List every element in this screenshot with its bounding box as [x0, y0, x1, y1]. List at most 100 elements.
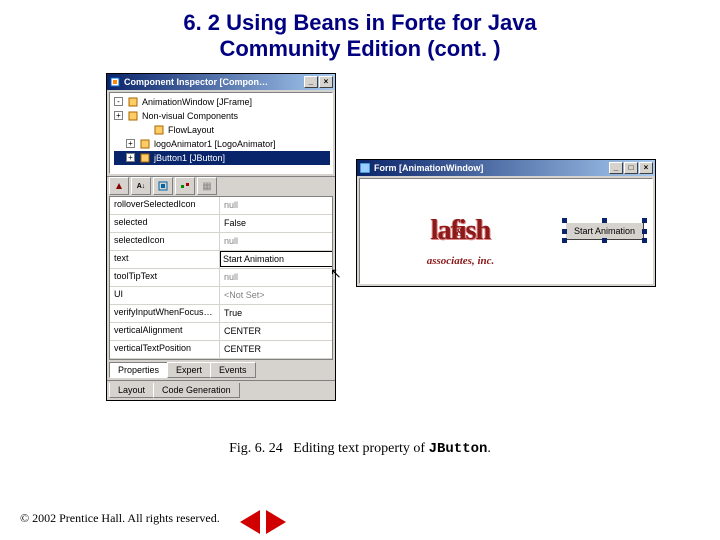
form-window-icon [359, 162, 371, 174]
property-value[interactable]: null [220, 233, 332, 250]
property-value[interactable]: null [220, 269, 332, 286]
customizer-icon[interactable] [175, 177, 195, 195]
logo-ampersand: & [455, 225, 465, 240]
tree-row[interactable]: + jButton1 [JButton] [114, 151, 330, 165]
property-name: UI [110, 287, 220, 304]
expand-icon[interactable]: + [114, 111, 123, 120]
tree-row[interactable]: - AnimationWindow [JFrame] [114, 95, 330, 109]
property-row[interactable]: UI<Not Set> [110, 287, 332, 305]
show-editor-icon[interactable] [153, 177, 173, 195]
inspector-title-text: Component Inspector [Compon… [124, 77, 268, 87]
expand-icon[interactable]: + [126, 153, 135, 162]
component-inspector-window: Component Inspector [Compon… _ × - Animat… [106, 73, 336, 401]
help-icon[interactable]: ▦ [197, 177, 217, 195]
form-designer-window: Form [AnimationWindow] _ □ × lafish & as… [356, 159, 656, 287]
tree-label: Non-visual Components [142, 111, 238, 121]
caption-text: Editing text property of [293, 441, 428, 456]
component-tree[interactable]: - AnimationWindow [JFrame] + Non-visual Com… [109, 92, 333, 174]
property-row[interactable]: verticalAlignmentCENTER [110, 323, 332, 341]
expand-icon[interactable]: - [114, 97, 123, 106]
tree-label: AnimationWindow [JFrame] [142, 97, 252, 107]
property-name: text [110, 251, 220, 268]
prev-slide-icon[interactable] [240, 510, 260, 534]
form-close-button[interactable]: × [639, 162, 653, 174]
jbutton-selection[interactable]: Start Animation [565, 221, 644, 240]
minimize-button[interactable]: _ [304, 76, 318, 88]
property-name: toolTipText [110, 269, 220, 286]
title-line-2: Community Edition (cont. ) [40, 36, 680, 62]
property-value[interactable]: … [220, 251, 332, 268]
form-minimize-button[interactable]: _ [609, 162, 623, 174]
property-row[interactable]: text… [110, 251, 332, 269]
property-name: rolloverSelectedIcon [110, 197, 220, 214]
tab-layout[interactable]: Layout [109, 383, 154, 398]
property-name: verifyInputWhenFocus… [110, 305, 220, 322]
slide-title: 6. 2 Using Beans in Forte for Java Commu… [0, 0, 720, 67]
tab-properties[interactable]: Properties [109, 362, 168, 378]
property-value[interactable]: CENTER [220, 341, 332, 358]
inspector-toolbar: A↓ ▦ [107, 176, 335, 196]
tree-label: jButton1 [JButton] [154, 153, 225, 163]
resize-handle[interactable] [562, 218, 567, 223]
logo-subtitle: associates, inc. [427, 255, 495, 267]
property-text-input[interactable] [220, 251, 332, 267]
expand-icon[interactable]: + [126, 139, 135, 148]
property-name: selectedIcon [110, 233, 220, 250]
tab-events[interactable]: Events [210, 362, 256, 378]
form-titlebar[interactable]: Form [AnimationWindow] _ □ × [357, 160, 655, 176]
resize-handle[interactable] [602, 218, 607, 223]
property-name: selected [110, 215, 220, 232]
caption-code: JButton [429, 441, 488, 457]
resize-handle[interactable] [562, 238, 567, 243]
property-value[interactable]: null [220, 197, 332, 214]
window-icon [109, 76, 121, 88]
title-line-1: 6. 2 Using Beans in Forte for Java [40, 10, 680, 36]
caption-number: Fig. 6. 24 [229, 441, 283, 456]
resize-handle[interactable] [642, 218, 647, 223]
inspector-titlebar[interactable]: Component Inspector [Compon… _ × [107, 74, 335, 90]
nav-arrows [240, 510, 286, 534]
screenshot-area: Component Inspector [Compon… _ × - Animat… [106, 73, 656, 423]
property-value[interactable]: False [220, 215, 332, 232]
tree-label: FlowLayout [168, 125, 214, 135]
tree-row[interactable]: FlowLayout [114, 123, 330, 137]
component-icon [153, 124, 165, 136]
tabs-upper: PropertiesExpertEvents [107, 360, 335, 380]
form-title-text: Form [AnimationWindow] [374, 163, 483, 173]
form-canvas[interactable]: lafish & associates, inc. Start Animatio… [359, 178, 653, 284]
resize-handle[interactable] [562, 229, 567, 234]
property-name: verticalAlignment [110, 323, 220, 340]
property-row[interactable]: verifyInputWhenFocus…True [110, 305, 332, 323]
property-table: rolloverSelectedIconnullselectedFalsesel… [109, 196, 333, 360]
resize-handle[interactable] [602, 238, 607, 243]
property-value[interactable]: <Not Set> [220, 287, 332, 304]
sort-asc-icon[interactable] [109, 177, 129, 195]
logo-animator-component[interactable]: lafish & associates, inc. [360, 179, 561, 283]
component-icon [127, 110, 139, 122]
component-icon [139, 152, 151, 164]
resize-handle[interactable] [642, 229, 647, 234]
resize-handle[interactable] [642, 238, 647, 243]
property-value[interactable]: True [220, 305, 332, 322]
next-slide-icon[interactable] [266, 510, 286, 534]
form-maximize-button[interactable]: □ [624, 162, 638, 174]
copyright-text: © 2002 Prentice Hall. All rights reserve… [20, 511, 220, 526]
tree-row[interactable]: + logoAnimator1 [LogoAnimator] [114, 137, 330, 151]
footer-copyright: © 2002 Prentice Hall. All rights reserve… [20, 511, 700, 526]
tabs-lower: LayoutCode Generation [107, 380, 335, 400]
property-row[interactable]: selectedFalse [110, 215, 332, 233]
property-row[interactable]: toolTipTextnull [110, 269, 332, 287]
property-row[interactable]: verticalTextPositionCENTER [110, 341, 332, 359]
property-value[interactable]: CENTER [220, 323, 332, 340]
property-name: verticalTextPosition [110, 341, 220, 358]
figure-caption: Fig. 6. 24 Editing text property of JBut… [0, 441, 720, 457]
tree-row[interactable]: + Non-visual Components [114, 109, 330, 123]
sort-az-icon[interactable]: A↓ [131, 177, 151, 195]
component-icon [127, 96, 139, 108]
close-button[interactable]: × [319, 76, 333, 88]
property-row[interactable]: selectedIconnull [110, 233, 332, 251]
tab-code-generation[interactable]: Code Generation [153, 383, 240, 398]
property-row[interactable]: rolloverSelectedIconnull [110, 197, 332, 215]
tree-label: logoAnimator1 [LogoAnimator] [154, 139, 276, 149]
tab-expert[interactable]: Expert [167, 362, 211, 378]
